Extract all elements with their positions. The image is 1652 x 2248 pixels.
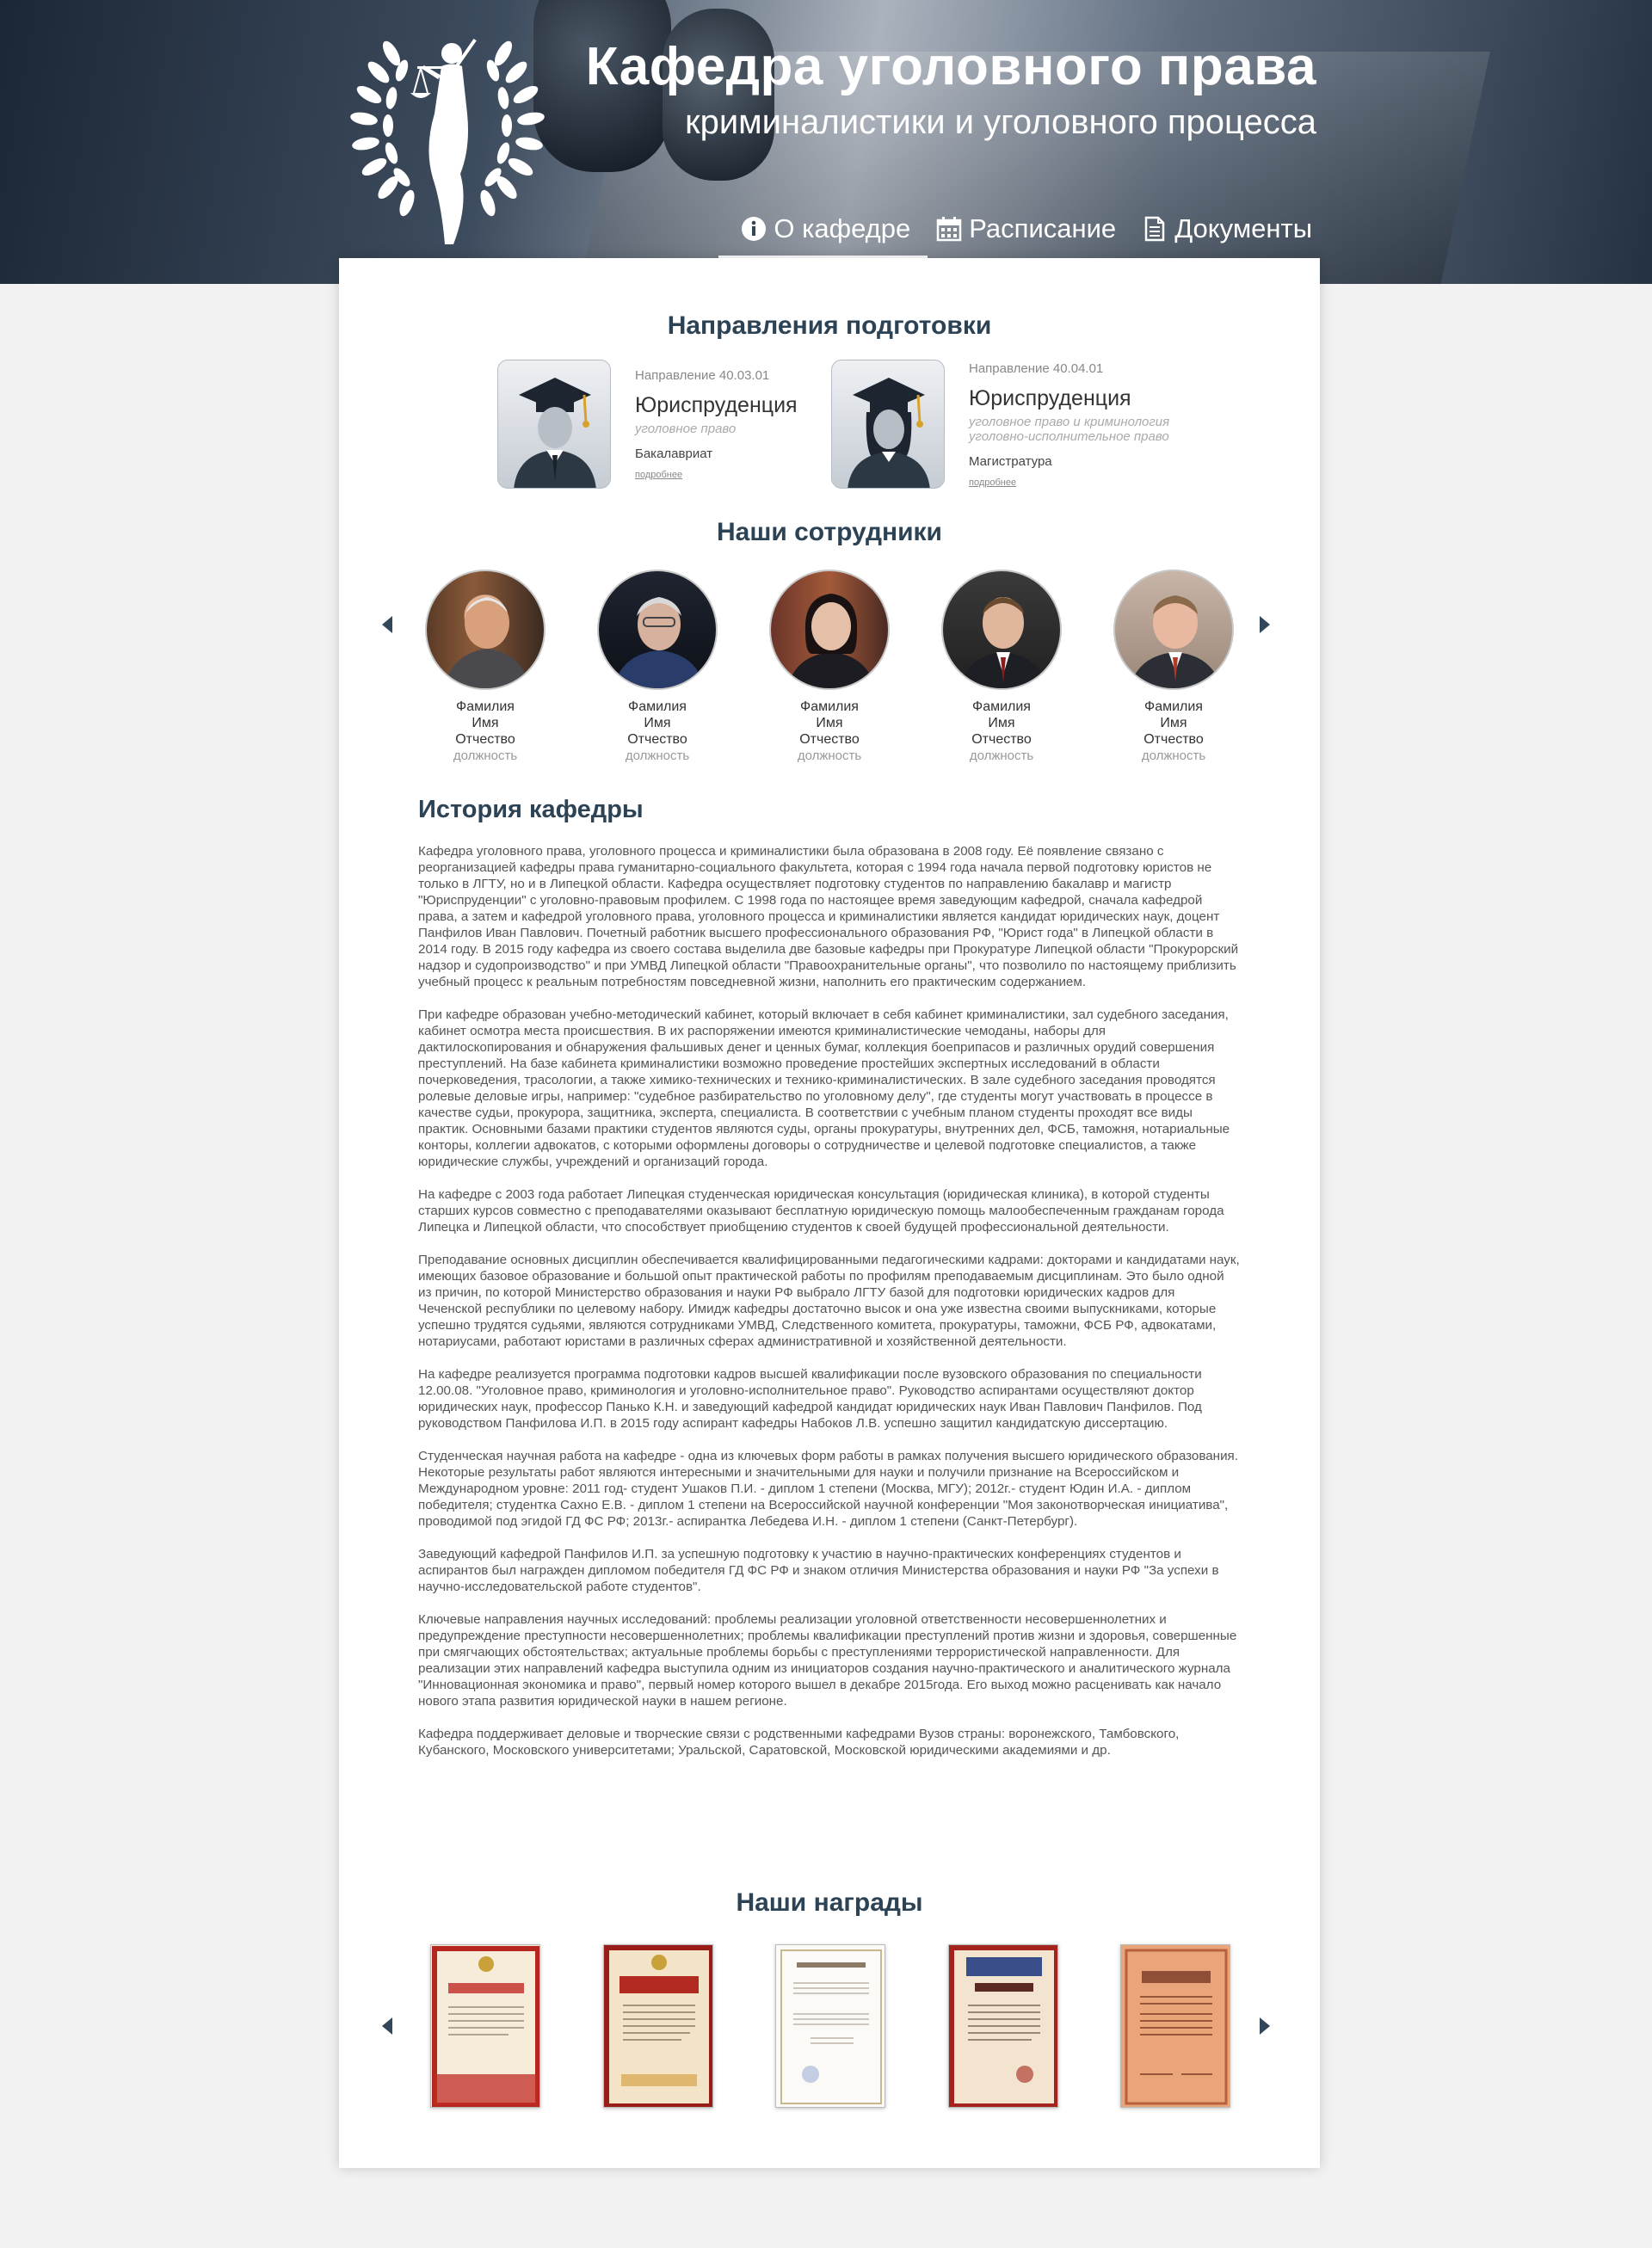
nav-about-label: О кафедре <box>774 213 911 243</box>
staff-last-name: Фамилия <box>628 699 687 714</box>
awards-next-arrow[interactable] <box>1260 2017 1270 2035</box>
history-text: Кафедра уголовного права, уголовного про… <box>418 843 1240 1775</box>
staff-first-name: Имя <box>644 716 671 730</box>
history-paragraph: Кафедра уголовного права, уголовного про… <box>418 844 1239 989</box>
program-level: Магистратура <box>969 454 1052 469</box>
staff-member[interactable]: Фамилия Имя Отчество должность <box>399 570 571 764</box>
staff-photo <box>425 570 546 690</box>
staff-last-name: Фамилия <box>456 699 515 714</box>
info-icon <box>742 217 767 241</box>
staff-next-arrow[interactable] <box>1260 616 1270 633</box>
calendar-icon <box>937 217 962 242</box>
staff-middle-name: Отчество <box>799 732 860 747</box>
staff-prev-arrow[interactable] <box>382 616 392 633</box>
staff-photo <box>1113 570 1234 690</box>
awards-carousel <box>430 1944 1230 2108</box>
history-paragraph: На кафедре реализуется программа подгото… <box>418 1367 1202 1431</box>
staff-member[interactable]: Фамилия Имя Отчество должность <box>743 570 915 764</box>
programs-title: Направления подготовки <box>667 311 992 340</box>
nav-schedule-label: Расписание <box>969 213 1117 243</box>
page-subtitle: криминалистики и уголовного процесса <box>685 103 1316 141</box>
award-certificate[interactable] <box>430 1944 540 2108</box>
award-certificate[interactable] <box>947 1944 1058 2108</box>
staff-middle-name: Отчество <box>971 732 1032 747</box>
program-profile-2: уголовно-исполнительное право <box>969 429 1169 444</box>
main-nav: О кафедре Расписание Документы <box>718 203 1312 260</box>
staff-member[interactable]: Фамилия Имя Отчество должность <box>571 570 743 764</box>
nav-documents[interactable]: Документы <box>1142 203 1312 255</box>
program-profile: уголовное право <box>635 422 737 436</box>
staff-title: Наши сотрудники <box>716 518 943 546</box>
staff-middle-name: Отчество <box>455 732 515 747</box>
staff-first-name: Имя <box>1160 716 1187 730</box>
staff-last-name: Фамилия <box>800 699 859 714</box>
history-title: История кафедры <box>418 796 644 823</box>
program-name: Юриспруденция <box>969 386 1131 410</box>
history-paragraph: Ключевые направления научных исследовани… <box>418 1612 1237 1709</box>
staff-role: должность <box>1141 748 1206 763</box>
program-code: Направление 40.03.01 <box>635 368 770 383</box>
staff-member[interactable]: Фамилия Имя Отчество должность <box>1088 570 1260 764</box>
awards-title: Наши награды <box>736 1888 923 1917</box>
staff-photo <box>769 570 890 690</box>
program-profile: уголовное право и криминология <box>969 415 1170 429</box>
staff-last-name: Фамилия <box>972 699 1031 714</box>
document-icon <box>1144 216 1165 242</box>
staff-first-name: Имя <box>472 716 499 730</box>
program-level: Бакалавриат <box>635 447 713 461</box>
page-title: Кафедра уголовного права <box>585 37 1316 96</box>
award-certificate[interactable] <box>602 1944 713 2108</box>
nav-schedule[interactable]: Расписание <box>936 203 1116 255</box>
staff-photo <box>597 570 718 690</box>
award-certificate[interactable] <box>1120 1944 1230 2108</box>
program-name: Юриспруденция <box>635 393 798 417</box>
graduate-avatar-icon <box>831 360 945 489</box>
header-banner: Кафедра уголовного права криминалистики … <box>0 0 1652 284</box>
staff-middle-name: Отчество <box>1143 732 1204 747</box>
history-paragraph: При кафедре образован учебно-методически… <box>418 1007 1230 1169</box>
program-code: Направление 40.04.01 <box>969 361 1104 376</box>
content-card: Направления подготовки Направление 40.03… <box>339 258 1320 2168</box>
program-more-link[interactable]: подробнее <box>635 470 798 480</box>
awards-prev-arrow[interactable] <box>382 2017 392 2035</box>
staff-middle-name: Отчество <box>627 732 687 747</box>
nav-documents-label: Документы <box>1174 213 1312 243</box>
staff-role: должность <box>797 748 862 763</box>
graduate-avatar-icon <box>497 360 611 489</box>
themis-logo-icon <box>350 39 545 244</box>
history-paragraph: Преподавание основных дисциплин обеспечи… <box>418 1253 1240 1349</box>
staff-member[interactable]: Фамилия Имя Отчество должность <box>915 570 1088 764</box>
staff-role: должность <box>625 748 690 763</box>
staff-role: должность <box>969 748 1034 763</box>
staff-first-name: Имя <box>988 716 1015 730</box>
staff-last-name: Фамилия <box>1144 699 1203 714</box>
history-paragraph: Студенческая научная работа на кафедре -… <box>418 1449 1238 1529</box>
program-more-link[interactable]: подробнее <box>969 477 1169 488</box>
program-card-bachelor[interactable]: Направление 40.03.01 Юриспруденция уголо… <box>497 360 798 489</box>
history-paragraph: На кафедре с 2003 года работает Липецкая… <box>418 1187 1224 1235</box>
staff-carousel: Фамилия Имя Отчество должность Фамилия И… <box>399 570 1260 764</box>
history-paragraph: Кафедра поддерживает деловые и творчески… <box>418 1727 1180 1758</box>
award-certificate[interactable] <box>775 1944 885 2108</box>
staff-first-name: Имя <box>816 716 843 730</box>
nav-about[interactable]: О кафедре <box>718 203 928 260</box>
program-card-master[interactable]: Направление 40.04.01 Юриспруденция уголо… <box>831 353 1169 489</box>
staff-photo <box>941 570 1062 690</box>
history-paragraph: Заведующий кафедрой Панфилов И.П. за усп… <box>418 1547 1219 1594</box>
staff-role: должность <box>453 748 518 763</box>
